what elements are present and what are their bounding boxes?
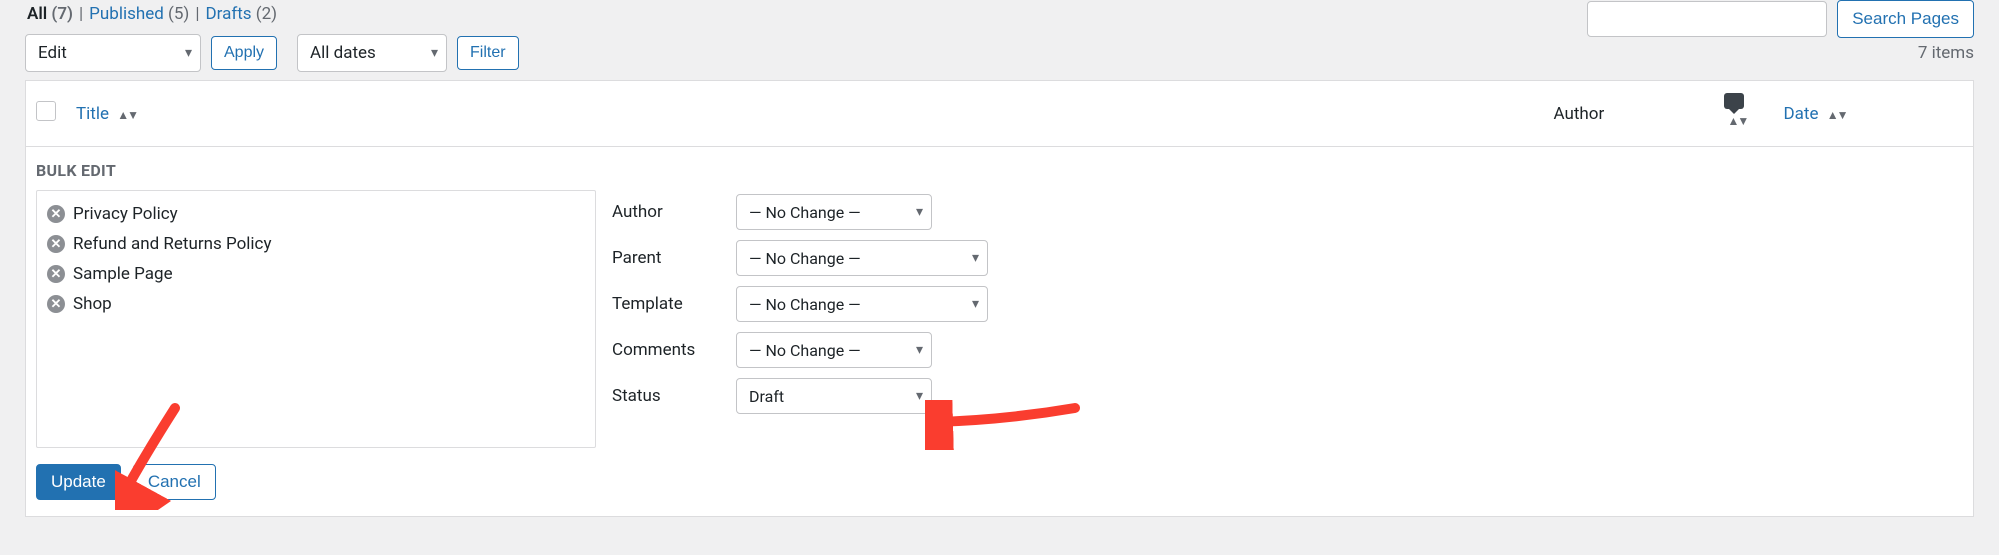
sort-icon: ▲▼ — [1827, 108, 1847, 122]
comment-bubble-icon — [1724, 93, 1744, 109]
chevron-down-icon: ▾ — [972, 250, 979, 266]
column-title-label: Title — [76, 104, 109, 124]
author-select[interactable]: — No Change — ▾ — [736, 194, 932, 230]
author-select-value: — No Change — — [749, 203, 861, 222]
column-date[interactable]: Date ▲▼ — [1774, 81, 1974, 147]
filter-button[interactable]: Filter — [457, 36, 519, 70]
comments-select-value: — No Change — — [749, 341, 861, 360]
column-date-label: Date — [1784, 104, 1819, 124]
status-select[interactable]: Draft ▾ — [736, 378, 932, 414]
select-all-checkbox[interactable] — [36, 101, 56, 121]
filter-published-label: Published — [89, 4, 164, 24]
remove-icon[interactable]: ✕ — [47, 235, 65, 253]
bulk-titles-box: ✕ Privacy Policy ✕ Refund and Returns Po… — [36, 190, 596, 448]
sort-icon: ▲▼ — [1728, 114, 1748, 128]
parent-label: Parent — [612, 248, 722, 268]
comments-select[interactable]: — No Change — ▾ — [736, 332, 932, 368]
search-input[interactable] — [1587, 1, 1827, 37]
bulk-edit-legend: BULK EDIT — [36, 161, 1963, 180]
remove-icon[interactable]: ✕ — [47, 295, 65, 313]
status-label: Status — [612, 386, 722, 406]
bulk-title-item: ✕ Privacy Policy — [47, 199, 585, 229]
filter-all[interactable]: All (7) — [27, 4, 73, 24]
bulk-title-label: Sample Page — [73, 264, 173, 284]
bulk-title-item: ✕ Sample Page — [47, 259, 585, 289]
status-select-value: Draft — [749, 387, 784, 406]
pages-table: Title ▲▼ Author ▲▼ Date ▲▼ BULK E — [25, 80, 1974, 517]
filter-drafts[interactable]: Drafts (2) — [206, 4, 278, 24]
cancel-button[interactable]: Cancel — [133, 464, 216, 500]
bulk-title-item: ✕ Refund and Returns Policy — [47, 229, 585, 259]
date-filter-value: All dates — [310, 43, 376, 63]
select-all-header — [26, 81, 67, 147]
separator: | — [195, 4, 199, 24]
date-filter-select[interactable]: All dates ▾ — [297, 34, 447, 72]
bulk-title-label: Privacy Policy — [73, 204, 178, 224]
column-title[interactable]: Title ▲▼ — [66, 81, 1544, 147]
chevron-down-icon: ▾ — [431, 45, 438, 61]
chevron-down-icon: ▾ — [916, 388, 923, 404]
filter-all-count: (7) — [51, 4, 73, 24]
template-label: Template — [612, 294, 722, 314]
update-button[interactable]: Update — [36, 464, 121, 500]
chevron-down-icon: ▾ — [185, 45, 192, 61]
separator: | — [79, 4, 83, 24]
search-pages-button[interactable]: Search Pages — [1837, 0, 1974, 38]
column-author: Author — [1544, 81, 1714, 147]
apply-button[interactable]: Apply — [211, 36, 277, 70]
bulk-title-label: Shop — [73, 294, 112, 314]
bulk-action-select[interactable]: Edit ▾ — [25, 34, 201, 72]
remove-icon[interactable]: ✕ — [47, 205, 65, 223]
bulk-action-value: Edit — [38, 43, 67, 63]
filter-published[interactable]: Published (5) — [89, 4, 189, 24]
items-count: 7 items — [1918, 43, 1974, 63]
template-select-value: — No Change — — [749, 295, 861, 314]
column-comments[interactable]: ▲▼ — [1714, 81, 1774, 147]
filter-all-label: All — [27, 4, 47, 24]
author-label: Author — [612, 202, 722, 222]
filter-drafts-label: Drafts — [206, 4, 252, 24]
sort-icon: ▲▼ — [117, 108, 137, 122]
bulk-title-label: Refund and Returns Policy — [73, 234, 272, 254]
comments-label: Comments — [612, 340, 722, 360]
chevron-down-icon: ▾ — [916, 204, 923, 220]
parent-select[interactable]: — No Change — ▾ — [736, 240, 988, 276]
bulk-title-item: ✕ Shop — [47, 289, 585, 319]
column-author-label: Author — [1554, 104, 1605, 124]
remove-icon[interactable]: ✕ — [47, 265, 65, 283]
chevron-down-icon: ▾ — [916, 342, 923, 358]
template-select[interactable]: — No Change — ▾ — [736, 286, 988, 322]
chevron-down-icon: ▾ — [972, 296, 979, 312]
filter-published-count: (5) — [168, 4, 189, 24]
parent-select-value: — No Change — — [749, 249, 861, 268]
filter-drafts-count: (2) — [256, 4, 277, 24]
